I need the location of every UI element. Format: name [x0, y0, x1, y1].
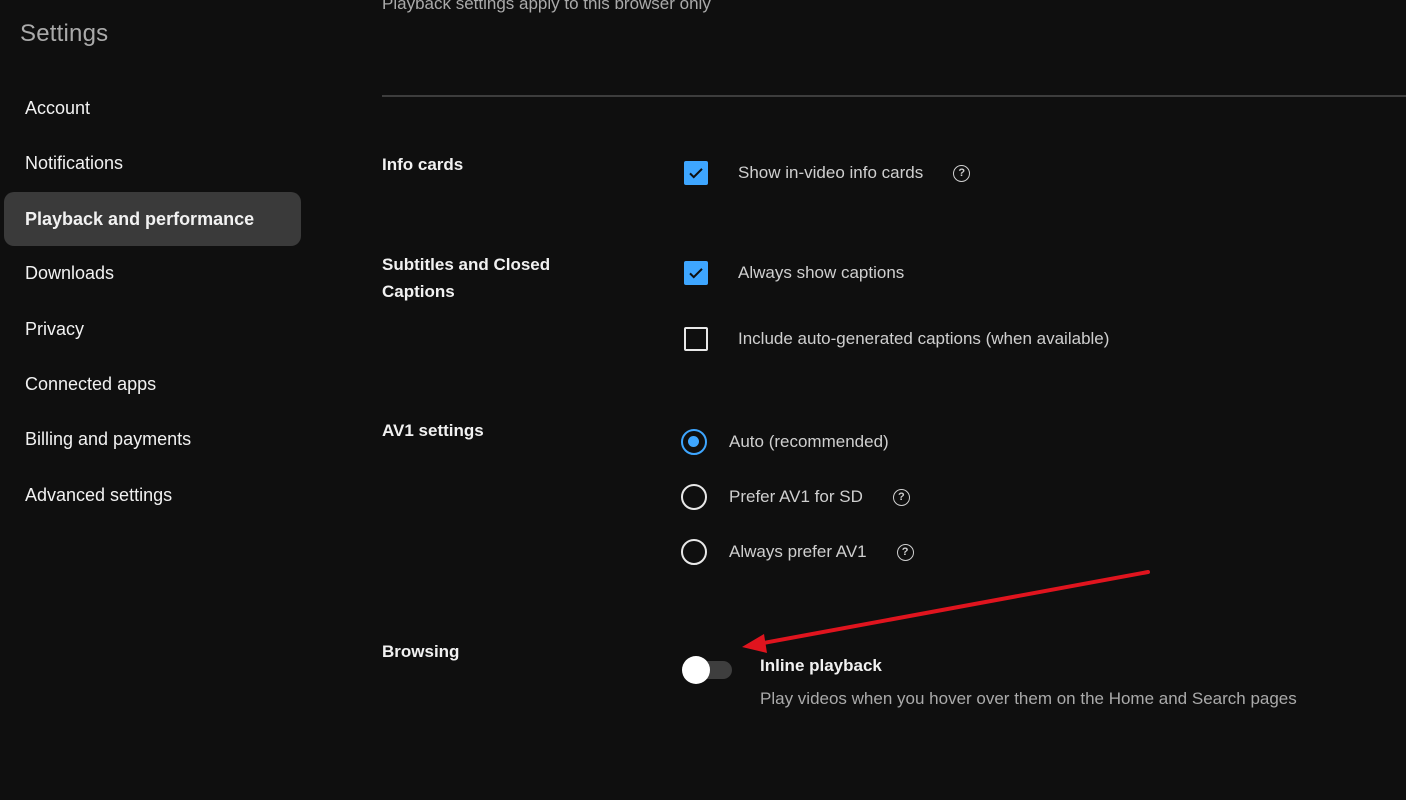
- sidebar-item-label: Privacy: [25, 318, 85, 339]
- sidebar-item-label: Advanced settings: [25, 484, 173, 505]
- question-circle-icon[interactable]: ?: [892, 488, 910, 506]
- option-av1-prefer-sd: Prefer AV1 for SD ?: [681, 484, 910, 510]
- option-show-info-cards: Show in-video info cards ?: [684, 161, 971, 185]
- sidebar-item-label: Account: [25, 97, 91, 118]
- sidebar-title: Settings: [20, 20, 109, 47]
- option-label: Prefer AV1 for SD: [729, 487, 863, 506]
- sidebar-item-downloads[interactable]: Downloads: [4, 246, 301, 300]
- question-circle-icon[interactable]: ?: [953, 164, 971, 182]
- option-label: Always prefer AV1: [729, 542, 867, 561]
- option-always-show-captions: Always show captions: [684, 261, 904, 285]
- inline-playback-title: Inline playback: [760, 656, 882, 675]
- page-subtitle: Playback settings apply to this browser …: [382, 0, 711, 13]
- sidebar-item-privacy[interactable]: Privacy: [4, 302, 301, 356]
- av1-prefer-sd-radio[interactable]: [681, 484, 707, 510]
- section-divider: [382, 95, 1406, 97]
- option-av1-auto: Auto (recommended): [681, 429, 889, 455]
- sidebar-item-label: Billing and payments: [25, 428, 192, 449]
- checkmark-icon: [689, 268, 703, 279]
- toggle-knob: [682, 656, 710, 684]
- settings-main: Playback settings apply to this browser …: [382, 0, 1406, 800]
- section-label-info-cards: Info cards: [382, 155, 464, 174]
- inline-playback-toggle[interactable]: [682, 656, 734, 684]
- section-label-browsing: Browsing: [382, 642, 460, 661]
- av1-always-prefer-radio[interactable]: [681, 539, 707, 565]
- option-label: Include auto-generated captions (when av…: [738, 329, 1110, 348]
- option-label: Show in-video info cards: [738, 163, 924, 182]
- section-label-av1: AV1 settings: [382, 421, 484, 440]
- show-info-cards-checkbox[interactable]: [684, 161, 708, 185]
- sidebar-item-playback-and-performance[interactable]: Playback and performance: [4, 192, 301, 246]
- sidebar-item-label: Downloads: [25, 262, 115, 283]
- question-circle-icon[interactable]: ?: [896, 543, 914, 561]
- section-label-captions: Subtitles and Closed Captions: [382, 255, 551, 301]
- sidebar-item-account[interactable]: Account: [4, 81, 301, 135]
- sidebar-item-notifications[interactable]: Notifications: [4, 136, 301, 190]
- sidebar-item-label: Playback and performance: [25, 208, 255, 229]
- auto-generated-captions-checkbox[interactable]: [684, 327, 708, 351]
- sidebar-item-billing-and-payments[interactable]: Billing and payments: [4, 412, 301, 466]
- option-av1-always-prefer: Always prefer AV1 ?: [681, 539, 914, 565]
- sidebar-item-connected-apps[interactable]: Connected apps: [4, 357, 301, 411]
- option-label: Always show captions: [738, 263, 905, 282]
- option-label: Auto (recommended): [729, 432, 889, 451]
- sidebar-item-label: Connected apps: [25, 373, 157, 394]
- checkmark-icon: [689, 168, 703, 179]
- sidebar-item-label: Notifications: [25, 152, 124, 173]
- inline-playback-description: Play videos when you hover over them on …: [760, 689, 1297, 708]
- always-show-captions-checkbox[interactable]: [684, 261, 708, 285]
- settings-sidebar: Settings Account Notifications Playback …: [0, 0, 310, 800]
- settings-page: Settings Account Notifications Playback …: [0, 0, 1406, 800]
- av1-auto-radio[interactable]: [681, 429, 707, 455]
- option-auto-generated-captions: Include auto-generated captions (when av…: [684, 327, 1109, 351]
- sidebar-item-advanced-settings[interactable]: Advanced settings: [4, 468, 301, 522]
